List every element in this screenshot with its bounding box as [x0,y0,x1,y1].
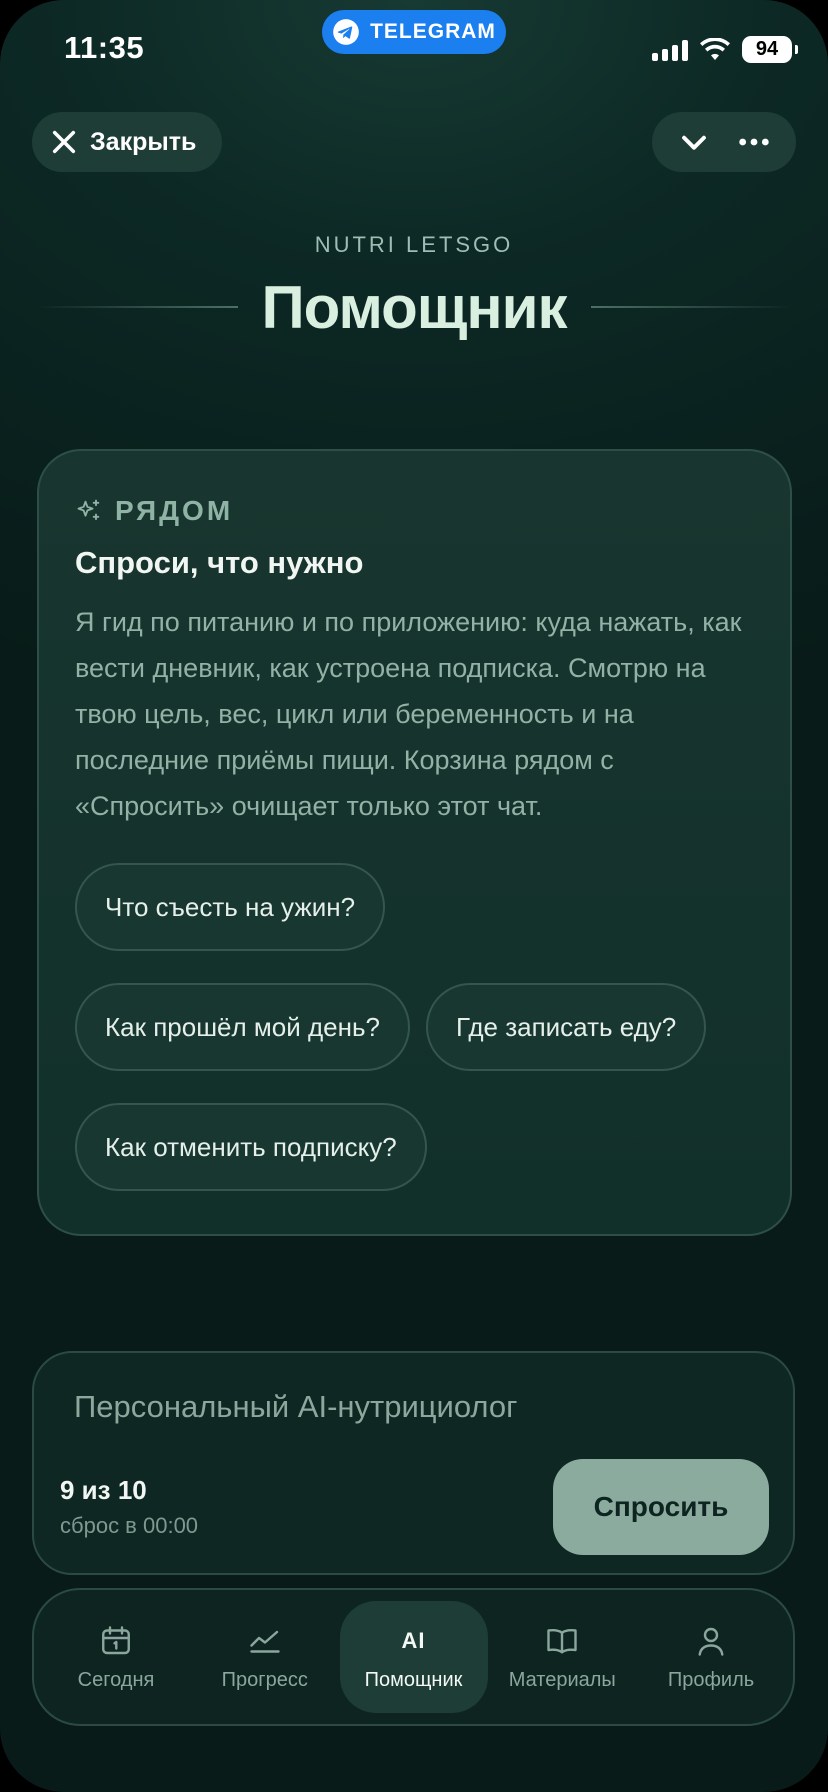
title-divider-left [36,306,238,308]
bottom-nav: Сегодня Прогресс AI Помощник Материалы П… [32,1588,795,1726]
suggestion-chips: Что съесть на ужин? Как прошёл мой день?… [75,863,754,1191]
telegram-icon [333,19,359,45]
book-icon [547,1628,577,1653]
suggestion-chip[interactable]: Как отменить подписку? [75,1103,427,1191]
page-title: Помощник [261,273,568,341]
sparkles-icon [77,499,100,521]
app-screen: 11:35 TELEGRAM 94 Закрыть NUTRI LETSGO П… [0,0,828,1792]
telegram-pill[interactable]: TELEGRAM [322,10,506,54]
assistant-intro-card: РЯДОМ Спроси, что нужно Я гид по питанию… [37,449,792,1236]
signal-icon [652,39,688,61]
battery-indicator: 94 [742,36,798,63]
close-icon [52,130,76,154]
quota-count: 9 из 10 [60,1475,147,1505]
nav-label: Прогресс [221,1668,308,1691]
card-tag: РЯДОМ [75,495,754,527]
ai-icon: AI [401,1627,426,1653]
chevron-down-icon[interactable] [677,125,711,159]
ask-button[interactable]: Спросить [553,1459,769,1555]
window-controls [652,112,796,172]
ask-panel: Персональный AI-нутрициолог 9 из 10 сбро… [32,1351,795,1575]
close-button[interactable]: Закрыть [32,112,222,172]
nav-item-materials[interactable]: Материалы [488,1601,636,1713]
title-row: Помощник [36,270,793,344]
suggestion-chip[interactable]: Как прошёл мой день? [75,983,410,1071]
card-tag-label: РЯДОМ [115,495,234,526]
nav-item-progress[interactable]: Прогресс [191,1601,339,1713]
nav-item-profile[interactable]: Профиль [637,1601,785,1713]
card-title: Спроси, что нужно [75,545,364,580]
nav-item-assistant[interactable]: AI Помощник [339,1601,488,1713]
suggestion-chip[interactable]: Где записать еду? [426,983,707,1071]
question-input[interactable]: Персональный AI-нутрициолог [74,1389,517,1425]
suggestion-chip[interactable]: Что съесть на ужин? [75,863,386,951]
nav-label: Материалы [508,1668,616,1691]
wifi-icon [700,37,730,60]
close-label: Закрыть [90,127,197,156]
chart-icon [250,1630,280,1653]
user-icon [698,1627,724,1656]
nav-label: Помощник [364,1668,463,1691]
title-divider-right [590,306,793,308]
calendar-icon [102,1625,130,1654]
nav-item-today[interactable]: Сегодня [42,1601,190,1713]
status-indicators: 94 [652,36,798,63]
status-time: 11:35 [64,30,145,65]
card-description: Я гид по питанию и по приложению: куда н… [75,607,742,821]
nav-label: Сегодня [77,1668,155,1691]
quota-reset-time: сброс в 00:00 [60,1513,199,1538]
telegram-label: TELEGRAM [370,20,496,43]
more-icon[interactable] [737,125,771,159]
brand-label: NUTRI LETSGO [314,232,514,257]
nav-label: Профиль [667,1668,755,1691]
